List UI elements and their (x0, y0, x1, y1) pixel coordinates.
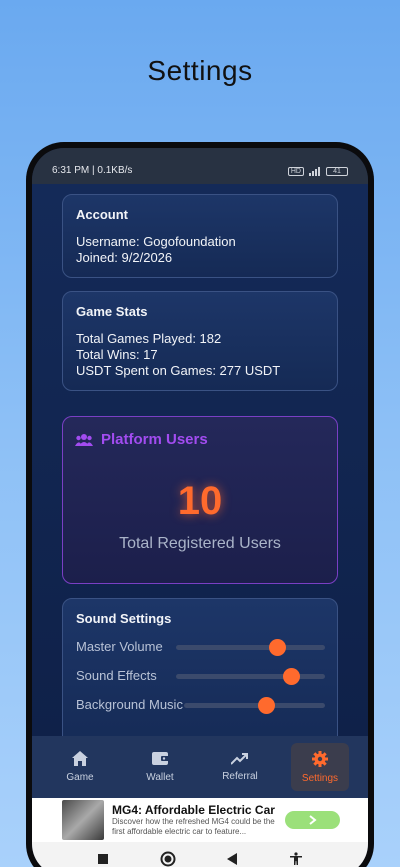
nav-game-label: Game (66, 772, 94, 783)
home-icon (72, 751, 88, 766)
bottom-nav: Game Wallet Referral Settings (32, 736, 368, 798)
users-caption: Total Registered Users (119, 535, 281, 552)
ad-title[interactable]: MG4: Affordable Electric Car (112, 803, 277, 817)
recents-icon[interactable] (97, 853, 109, 865)
phone-frame: 6:31 PM | 0.1KB/s HD 41 Account Username… (26, 142, 374, 867)
ad-text[interactable]: MG4: Affordable Electric Car Discover ho… (112, 803, 277, 837)
ad-image[interactable] (62, 800, 104, 840)
account-joined: Joined: 9/2/2026 (76, 250, 173, 265)
sound-effects-label: Sound Effects (76, 668, 157, 683)
master-volume-row: Master Volume (76, 638, 325, 656)
background-music-label: Background Music (76, 697, 183, 712)
nav-settings-label: Settings (301, 772, 339, 784)
phone-screen: 6:31 PM | 0.1KB/s HD 41 Account Username… (32, 148, 368, 867)
background-music-slider[interactable] (184, 696, 325, 714)
status-icons: HD 41 (287, 167, 348, 176)
nav-referral-label: Referral (222, 770, 258, 782)
nav-wallet-label: Wallet (146, 772, 174, 783)
status-bar: 6:31 PM | 0.1KB/s HD 41 (32, 148, 368, 184)
volte-icon: HD (287, 167, 304, 176)
nav-game[interactable]: Game (51, 743, 109, 791)
nav-referral[interactable]: Referral (211, 743, 269, 791)
platform-users-card: Platform Users 10 Total Registered Users (62, 416, 338, 584)
chevron-right-icon (308, 815, 317, 825)
account-username: Username: Gogofoundation (76, 234, 236, 249)
sound-settings-heading: Sound Settings (76, 611, 172, 626)
background-music-row: Background Music (76, 696, 325, 714)
sound-effects-row: Sound Effects (76, 667, 325, 685)
home-button-icon[interactable] (160, 851, 176, 867)
account-card: Account Username: Gogofoundation Joined:… (62, 194, 338, 278)
trending-up-icon (231, 752, 248, 765)
gear-icon (312, 750, 328, 767)
wallet-icon (151, 752, 169, 765)
game-stats-card: Game Stats Total Games Played: 182 Total… (62, 291, 338, 391)
master-volume-label: Master Volume (76, 639, 163, 654)
battery-icon: 41 (326, 167, 348, 176)
game-stats-heading: Game Stats (76, 304, 148, 319)
slider-thumb[interactable] (282, 667, 300, 685)
total-wins: Total Wins: 17 (76, 347, 158, 362)
sound-settings-card: Sound Settings Master Volume Sound Effec… (62, 598, 338, 736)
platform-users-heading: Platform Users (101, 431, 208, 448)
settings-content[interactable]: Account Username: Gogofoundation Joined:… (32, 184, 368, 736)
ad-banner[interactable]: MG4: Affordable Electric Car Discover ho… (32, 798, 368, 842)
slider-thumb[interactable] (269, 638, 287, 656)
nav-wallet[interactable]: Wallet (131, 743, 189, 791)
sound-effects-slider[interactable] (176, 667, 325, 685)
master-volume-slider[interactable] (176, 638, 325, 656)
ad-open-button[interactable] (285, 811, 340, 829)
page-title: Settings (147, 55, 253, 86)
nav-settings[interactable]: Settings (291, 743, 349, 791)
total-games-played: Total Games Played: 182 (76, 331, 222, 346)
system-nav-bar (32, 842, 368, 867)
slider-thumb[interactable] (257, 696, 275, 714)
back-icon[interactable] (226, 853, 238, 865)
signal-icon (309, 167, 320, 176)
status-time: 6:31 PM | 0.1KB/s (52, 165, 133, 176)
users-count: 10 (177, 479, 223, 523)
usdt-spent: USDT Spent on Games: 277 USDT (76, 363, 281, 378)
users-icon (75, 433, 93, 446)
account-heading: Account (76, 207, 128, 222)
accessibility-icon[interactable] (289, 852, 303, 866)
platform-users-header: Platform Users (75, 431, 208, 448)
ad-description: Discover how the refreshed MG4 could be … (112, 817, 275, 836)
